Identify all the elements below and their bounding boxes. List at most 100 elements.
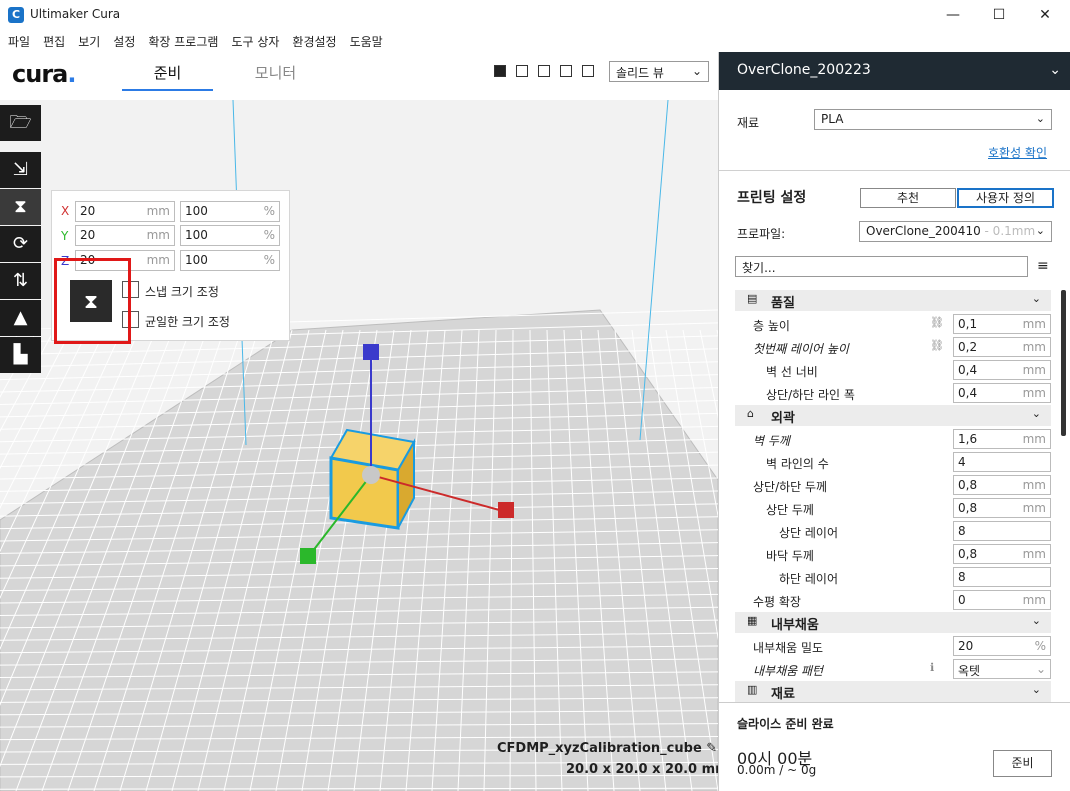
setting-input[interactable]: 8	[953, 567, 1051, 587]
y-axis-handle[interactable]	[300, 548, 316, 564]
3d-view-icon[interactable]	[494, 65, 506, 77]
left-view-icon[interactable]	[560, 65, 572, 77]
menu-preferences[interactable]: 환경설정	[284, 30, 341, 50]
setting-input[interactable]: 0,1 mm	[953, 314, 1051, 334]
settings-scrollbar[interactable]	[1061, 290, 1066, 436]
folder-icon: 🗁	[9, 112, 32, 133]
close-button[interactable]: ✕	[1022, 0, 1068, 30]
setting-row: 벽 라인의 수 4	[735, 451, 1051, 473]
uniform-scaling-label: 균일한 크기 조정	[145, 315, 230, 329]
title-bar: C Ultimaker Cura — ☐ ✕	[0, 0, 1070, 30]
menu-edit[interactable]: 편집	[35, 30, 70, 50]
build-plate	[0, 309, 718, 791]
rotate-tool-button[interactable]: ⟳	[0, 226, 41, 262]
setting-input[interactable]: 20%	[953, 636, 1051, 656]
slice-panel: 슬라이스 준비 완료 00시 00분 0.00m / ~ 0g 준비	[719, 702, 1070, 791]
setting-input[interactable]: 0,8 mm	[953, 544, 1051, 564]
settings-category-0[interactable]: ▤ 품질 ⌄	[735, 290, 1051, 311]
view-mode-select[interactable]: 솔리드 뷰 ⌄	[609, 61, 709, 82]
setting-row: 내부채움 패턴 ℹ 옥텟 ⌄	[735, 658, 1051, 680]
profile-select[interactable]: OverClone_200410 - 0.1mm ⌄	[859, 221, 1052, 242]
material-select[interactable]: PLA ⌄	[814, 109, 1052, 130]
tab-monitor[interactable]: 모니터	[230, 62, 321, 83]
x-axis-handle[interactable]	[498, 502, 514, 518]
support-blocker-button[interactable]: ▙	[0, 337, 41, 373]
open-file-button[interactable]: 🗁	[0, 105, 41, 141]
x-percent-field[interactable]: 100%	[180, 201, 280, 222]
menu-help[interactable]: 도움말	[342, 30, 388, 50]
setting-select[interactable]: 옥텟 ⌄	[953, 659, 1051, 679]
y-axis-label: Y	[61, 229, 69, 243]
setting-label: 상단 레이어	[779, 526, 839, 540]
setting-row: 수평 확장 0 mm	[735, 589, 1051, 611]
settings-menu-icon[interactable]: ≡	[1037, 258, 1049, 274]
material-label: 재료	[737, 116, 760, 130]
move-icon: ⇲	[12, 159, 29, 180]
settings-search-input[interactable]: 찾기...	[735, 256, 1028, 277]
y-mm-field[interactable]: 20 mm	[75, 225, 175, 246]
settings-category-2[interactable]: ▦ 내부채움 ⌄	[735, 612, 1051, 633]
top-view-icon[interactable]	[538, 65, 550, 77]
setting-label: 첫번째 레이어 높이	[753, 342, 849, 356]
setting-row: 내부채움 밀도 20%	[735, 635, 1051, 657]
printer-selector[interactable]: OverClone_200223 ⌄	[719, 52, 1070, 90]
chevron-down-icon: ⌄	[1035, 224, 1045, 237]
category-title: 재료	[771, 687, 795, 702]
setting-input[interactable]: 0,8 mm	[953, 498, 1051, 518]
setting-input[interactable]: 0,4 mm	[953, 360, 1051, 380]
setting-input[interactable]: 8	[953, 521, 1051, 541]
stage-header: cura. 준비 모니터 솔리드 뷰 ⌄	[0, 52, 718, 100]
print-settings-title: 프린팅 설정	[737, 190, 807, 206]
menu-settings[interactable]: 설정	[105, 30, 140, 50]
x-mm-field[interactable]: 20 mm	[75, 201, 175, 222]
menu-view[interactable]: 보기	[70, 30, 105, 50]
menu-toolbox[interactable]: 도구 상자	[223, 30, 284, 50]
per-model-settings-button[interactable]: ▲	[0, 300, 41, 336]
setting-label: 벽 두께	[753, 434, 790, 448]
setting-label: 상단/하단 두께	[753, 480, 828, 494]
category-icon: ▦	[747, 614, 758, 627]
check-compatibility-link[interactable]: 호환성 확인	[988, 144, 1047, 161]
menu-file[interactable]: 파일	[0, 30, 35, 50]
tab-prepare[interactable]: 준비	[122, 62, 213, 83]
front-view-icon[interactable]	[516, 65, 528, 77]
settings-category-3[interactable]: ▥ 재료 ⌄	[735, 681, 1051, 702]
setting-input[interactable]: 0 mm	[953, 590, 1051, 610]
setting-label: 상단/하단 라인 폭	[766, 388, 855, 402]
setting-row: 상단/하단 두께 0,8 mm	[735, 474, 1051, 496]
rotate-icon: ⟳	[12, 233, 29, 254]
cura-logo: cura.	[12, 60, 76, 88]
setting-input[interactable]: 4	[953, 452, 1051, 472]
move-tool-button[interactable]: ⇲	[0, 152, 41, 188]
menu-extensions[interactable]: 확장 프로그램	[140, 30, 223, 50]
recommended-mode-button[interactable]: 추천	[860, 188, 956, 208]
tool-toolbar: 🗁 ⇲ ⧗ ⟳ ⇅ ▲ ▙	[0, 100, 41, 392]
slice-button[interactable]: 준비	[993, 750, 1052, 777]
object-dimensions: 20.0 x 20.0 x 20.0 mm	[566, 762, 729, 777]
maximize-button[interactable]: ☐	[976, 0, 1022, 30]
center-handle[interactable]	[362, 466, 380, 484]
scale-tool-button[interactable]: ⧗	[0, 189, 41, 225]
custom-mode-button[interactable]: 사용자 정의	[957, 188, 1054, 208]
setting-input[interactable]: 0,8 mm	[953, 475, 1051, 495]
setting-label: 하단 레이어	[779, 572, 839, 586]
mirror-tool-button[interactable]: ⇅	[0, 263, 41, 299]
right-view-icon[interactable]	[582, 65, 594, 77]
setting-row: 상단 레이어 8	[735, 520, 1051, 542]
setting-input[interactable]: 0,2 mm	[953, 337, 1051, 357]
chevron-down-icon: ⌄	[1035, 112, 1045, 125]
setting-row: 바닥 두께 0,8 mm	[735, 543, 1051, 565]
edit-pencil-icon[interactable]: ✎	[706, 741, 717, 756]
minimize-button[interactable]: —	[930, 0, 976, 30]
settings-category-1[interactable]: ⌂ 외곽 ⌄	[735, 405, 1051, 426]
mirror-icon: ⇅	[12, 270, 29, 291]
setting-label: 내부채움 밀도	[753, 641, 824, 655]
z-percent-field[interactable]: 100%	[180, 250, 280, 271]
slice-status: 슬라이스 준비 완료	[737, 717, 834, 731]
window-title: Ultimaker Cura	[30, 7, 121, 21]
setting-input[interactable]: 1,6 mm	[953, 429, 1051, 449]
y-percent-field[interactable]: 100%	[180, 225, 280, 246]
cura-app-icon: C	[8, 7, 24, 23]
z-axis-handle[interactable]	[363, 344, 379, 360]
setting-input[interactable]: 0,4 mm	[953, 383, 1051, 403]
